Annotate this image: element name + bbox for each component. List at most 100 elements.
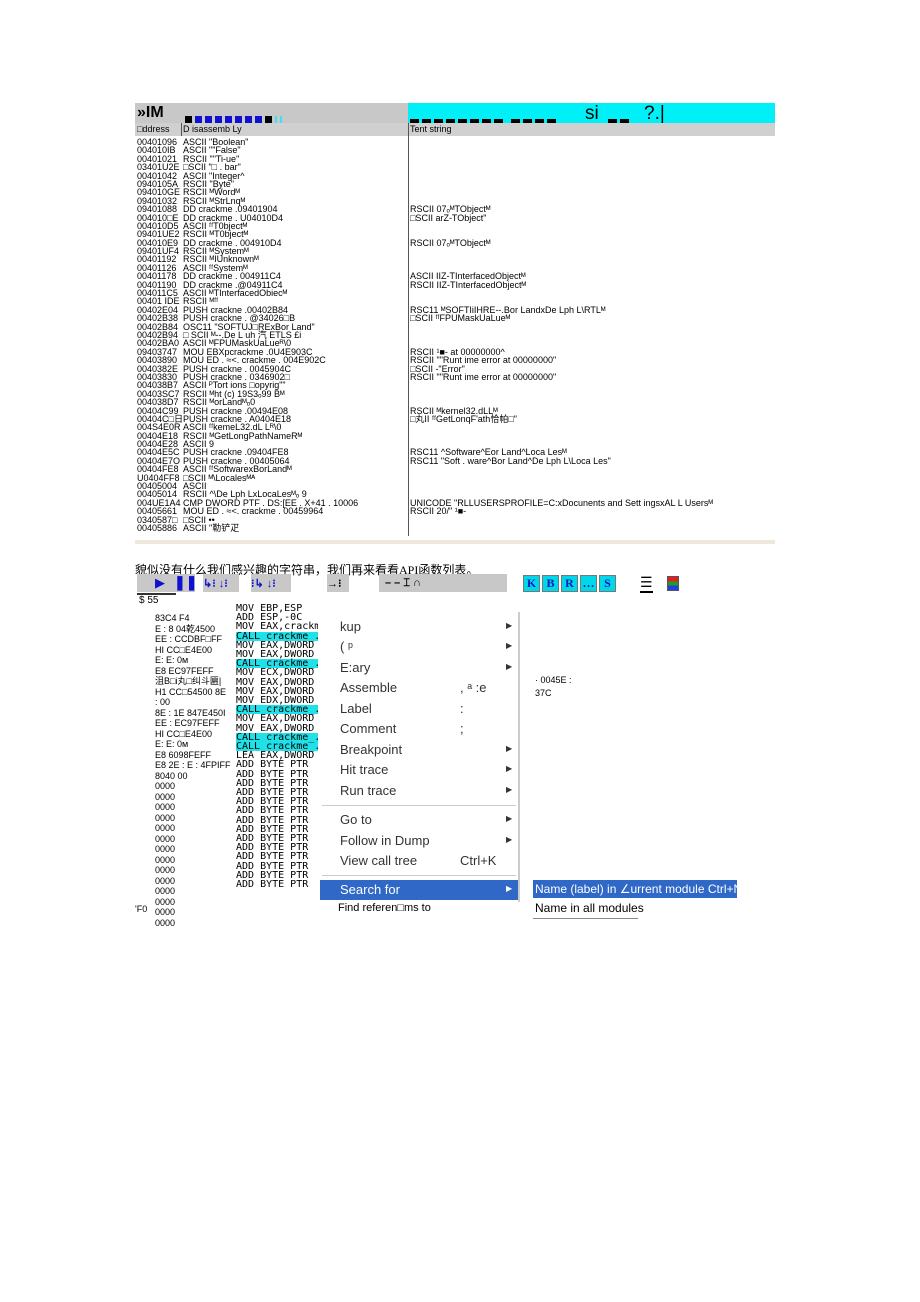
text-string-cell: □SCII arZ-TObject" xyxy=(410,212,487,223)
side-text: · 0045E : 37C xyxy=(535,675,572,698)
column-disassembly[interactable]: D isassemb Ly xyxy=(183,123,242,136)
hex-line: 83C4 F4 xyxy=(155,613,190,623)
menu-separator xyxy=(322,805,516,806)
r-button[interactable]: R xyxy=(561,575,578,592)
hex-line: : 00 xyxy=(155,697,171,707)
hex-line: 0000 xyxy=(155,812,176,823)
submenu-arrow-icon: ▶ xyxy=(506,785,513,794)
status-value: $ 55 xyxy=(139,595,159,606)
hex-line: HI CC□E4E00 xyxy=(155,728,212,739)
hex-line: 8040 00 xyxy=(155,770,188,781)
menu-item[interactable]: Go to xyxy=(340,812,372,827)
trace-icons[interactable]: ⁝↳ ↓⁝ xyxy=(251,574,291,592)
title-bar: si ?.| xyxy=(408,103,775,126)
menu-separator xyxy=(322,875,516,876)
menu-item[interactable]: kup xyxy=(340,619,361,634)
b-button[interactable]: B xyxy=(542,575,559,592)
hex-line: E: E: 0м xyxy=(155,739,189,749)
text-string-cell: RSCII 07ₒᴹTObjectᴹ xyxy=(410,237,491,248)
column-address[interactable]: □ddress xyxy=(137,123,169,136)
execute-till-icon[interactable]: →⁝ xyxy=(327,574,349,592)
hex-line: 0000 xyxy=(155,781,176,791)
more-button[interactable]: … xyxy=(580,575,597,592)
menu-item[interactable]: Breakpoint xyxy=(340,742,402,757)
text-string-cell: □丸II ᶠᶠGetLonqF'ath恰帕□" xyxy=(410,413,517,424)
side-line: · 0045E : xyxy=(535,675,572,685)
menu-shortcut: : xyxy=(460,701,464,716)
submenu-arrow-icon: ▶ xyxy=(506,764,513,773)
submenu-arrow-icon: ▶ xyxy=(506,621,513,630)
menu-item[interactable]: Search for xyxy=(340,882,400,897)
submenu-arrow-icon: ▶ xyxy=(506,814,513,823)
hex-line: 0000 xyxy=(155,823,176,833)
hex-dump-column: 83C4 F4 E : 8 04乾4500 EE : CCDBF□FF HI CC□E… xyxy=(155,613,231,928)
text-string-cell: RSCII 20/" ¹■- xyxy=(410,506,467,517)
menu-shortcut: ; xyxy=(460,721,464,736)
disassembly-cell: ASCII "勒铲疋 xyxy=(183,522,240,533)
context-menu: kup ▶ ( ᵖ ▶ E:ary ▶ Assemble , ᵃ :e Label: Commen… xyxy=(320,612,520,914)
menu-item[interactable]: E:ary xyxy=(340,660,370,675)
menu-item[interactable]: ( ᵖ xyxy=(340,639,353,654)
hex-line: 0000 xyxy=(155,833,176,844)
submenu-arrow-icon: ▶ xyxy=(506,884,513,893)
hex-line: E : 8 04乾4500 xyxy=(155,623,216,634)
address-cell: 00405886 xyxy=(137,522,178,533)
hex-line: 沮B□i丸□纠斗匾| xyxy=(155,676,222,686)
hex-line: EE : CCDBF□FF xyxy=(155,634,222,644)
hex-line: 0000 xyxy=(155,854,176,865)
references-table: »IM si ?.| □ddress D isassemb Ly Tent st… xyxy=(135,103,775,544)
hex-line: 0000 xyxy=(155,802,176,812)
search-submenu: Name (label) in ∠urrent module Ctrl+N Na… xyxy=(533,880,742,919)
menu-shortcut: , ᵃ :e xyxy=(460,680,487,695)
hex-line: 0000 xyxy=(155,917,176,928)
pause-icon[interactable]: ❚❚ xyxy=(174,574,197,591)
text-string-cell: RSCII ""Runt ime error at 00000000" xyxy=(410,371,557,382)
hex-footer: 'F0 xyxy=(135,904,148,914)
text-string-cell: □SCII ᶠᶠFPUMaskUaLueᴹ xyxy=(410,313,511,324)
hex-line: 0000 xyxy=(155,791,176,802)
list-icon[interactable]: ☰ xyxy=(640,574,653,593)
menu-item[interactable]: Label xyxy=(340,701,372,716)
hex-line: 0000 xyxy=(155,907,176,917)
column-divider xyxy=(408,123,409,536)
submenu-item-name-current-module[interactable]: Name (label) in ∠urrent module Ctrl+N xyxy=(533,880,742,898)
side-line: 37C xyxy=(535,688,552,698)
submenu-item-name-all-modules[interactable]: Name in all modules xyxy=(533,898,644,919)
app-logo: »IM xyxy=(137,104,164,121)
column-headers: □ddress D isassemb Ly Tent string xyxy=(135,123,775,136)
text-string-cell: RSCII IIZ-TInterfacedObjectᴹ xyxy=(410,279,527,290)
color-icon[interactable] xyxy=(667,576,679,591)
text-string-cell: RSC11 "Soft . ware^Bor Land^De Lph L\Loc… xyxy=(410,455,611,466)
hex-line: 0000 xyxy=(155,844,176,854)
menu-shortcut: Ctrl+K xyxy=(460,853,497,868)
hex-line: 8E : 1E 847E450I xyxy=(155,707,226,718)
s-button[interactable]: S xyxy=(599,575,616,592)
menu-item[interactable]: Run trace xyxy=(340,783,396,798)
hex-line: E: E: 0м xyxy=(155,655,189,665)
menu-item[interactable]: Assemble xyxy=(340,680,397,695)
submenu-arrow-icon: ▶ xyxy=(506,744,513,753)
column-text-string[interactable]: Tent string xyxy=(410,123,452,136)
hex-line: E8 2E : E : 4FPIFF xyxy=(155,760,231,770)
title-tail: ?.| xyxy=(644,103,665,124)
k-button[interactable]: K xyxy=(523,575,540,592)
menu-item[interactable]: View call tree xyxy=(340,853,417,868)
window-buttons: K B R… S xyxy=(522,574,617,593)
hex-line: E8 EC97FEFF xyxy=(155,665,214,676)
hex-line: 0000 xyxy=(155,896,176,907)
step-icons[interactable]: ↳⁝ ↓⁝ xyxy=(203,574,239,592)
debugger-toolbar: ▶ ❚❚ ↳⁝ ↓⁝ ⁝↳ ↓⁝ →⁝ – – ⌶ ∩ K B R… S ☰ xyxy=(137,574,687,595)
run-icon[interactable]: ▶ xyxy=(155,575,165,591)
hex-line: EE : EC97FEFF xyxy=(155,718,220,728)
disasm-line[interactable]: ADD BYTE PTR xyxy=(236,879,318,889)
menu-item[interactable]: Comment xyxy=(340,721,396,736)
submenu-arrow-icon: ▶ xyxy=(506,662,513,671)
menu-item[interactable]: Find referen□ms to xyxy=(338,902,431,914)
submenu-arrow-icon: ▶ xyxy=(506,641,513,650)
menu-item[interactable]: Hit trace xyxy=(340,762,388,777)
hex-line: 0000 xyxy=(155,886,176,896)
menu-item[interactable]: Follow in Dump xyxy=(340,833,430,848)
nav-symbols[interactable]: – – ⌶ ∩ xyxy=(379,574,507,592)
submenu-arrow-icon: ▶ xyxy=(506,835,513,844)
hex-line: E8 6098FEFF xyxy=(155,749,212,760)
